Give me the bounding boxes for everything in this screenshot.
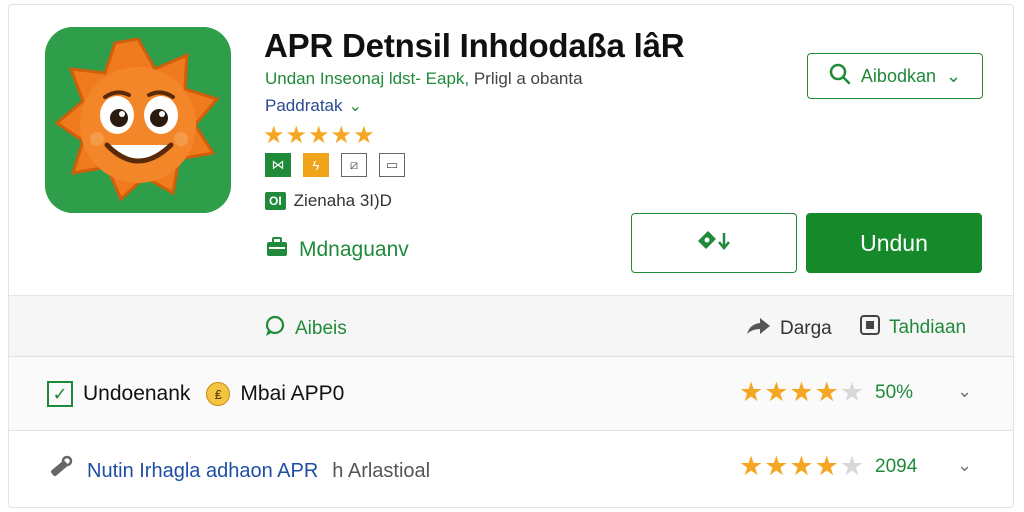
row-percent: 2094 (875, 455, 918, 477)
image-badge-icon: ⧄ (341, 153, 367, 177)
row-rating: ★★★★★ 2094 (739, 451, 917, 482)
content-rating: OI Zienaha 3I)D (265, 191, 392, 211)
subtitle-secondary: Prligl a obanta (469, 69, 583, 88)
age-text: Zienaha 3I)D (293, 191, 392, 210)
check-icon[interactable]: ✓ (47, 381, 73, 407)
folder-badge-icon: ▭ (379, 153, 405, 177)
row-link[interactable]: Nutin Irhagla adhaon APR (87, 460, 318, 483)
rating-stars: ★★★★★ (263, 122, 376, 149)
reviews-link[interactable]: Aibeis (263, 314, 347, 344)
wishlist-button[interactable] (631, 213, 797, 273)
row-rating: ★★★★★ 50% (739, 377, 913, 408)
share-link[interactable]: Darga (744, 314, 832, 344)
bolt-badge-icon: ϟ (303, 153, 329, 177)
developer-name: Paddratak (265, 96, 343, 115)
row-percent: 50% (875, 381, 914, 403)
tag-icon (694, 227, 734, 260)
row-note: h Arlastioal (332, 459, 431, 482)
row-tag: Mbai APP0 (240, 382, 345, 405)
chevron-down-icon[interactable]: ⌄ (957, 455, 972, 476)
chevron-down-icon: ⌄ (348, 98, 362, 115)
row-stars: ★★★★★ (739, 451, 865, 482)
app-listing-card: APR Detnsil Inhdodaßa lâR Undan Inseonaj… (8, 4, 1014, 508)
category-link[interactable]: Mdnaguanv (265, 235, 409, 265)
row-left: Nutin Irhagla adhaon APR h Arlastioal (47, 455, 430, 487)
row-stars: ★★★★★ (739, 377, 865, 408)
share-label: Darga (780, 318, 832, 339)
action-bar: Aibeis Darga Tahdiaan (9, 295, 1013, 357)
chevron-down-icon[interactable]: ⌄ (957, 381, 972, 402)
app-header: APR Detnsil Inhdodaßa lâR Undan Inseonaj… (9, 5, 1013, 297)
age-badge: OI (265, 192, 286, 210)
search-icon (829, 63, 851, 90)
library-icon (859, 314, 881, 342)
developer-link[interactable]: Paddratak ⌄ (265, 96, 362, 116)
stars-empty: ★ (839, 377, 866, 407)
add-to-library-link[interactable]: Tahdiaan (859, 314, 966, 342)
app-subtitle: Undan Inseonaj ldst- Eapk, Prligl a oban… (265, 69, 583, 89)
install-button[interactable]: Undun (806, 213, 982, 273)
row-left: ✓ Undoenank ₤ Mbai APP0 (47, 381, 344, 407)
stars-filled: ★★★★ (739, 451, 840, 481)
add-label: Tahdiaan (889, 317, 967, 338)
chevron-down-icon: ⌄ (945, 65, 962, 86)
feature-badges: ⋈ ϟ ⧄ ▭ (265, 153, 405, 177)
coin-icon: ₤ (206, 382, 231, 406)
sun-mascot-icon[interactable] (45, 27, 231, 213)
app-title: APR Detnsil Inhdodaßa lâR (264, 27, 685, 64)
stars-filled: ★★★★ (739, 377, 840, 407)
reviews-label: Aibeis (295, 318, 347, 339)
list-item[interactable]: Nutin Irhagla adhaon APR h Arlastioal ★★… (9, 431, 1013, 505)
subtitle-primary: Undan Inseonaj ldst- Eapk, (265, 69, 470, 88)
search-button[interactable]: Aibodkan ⌄ (807, 53, 983, 99)
briefcase-icon (265, 235, 289, 265)
list-item[interactable]: ✓ Undoenank ₤ Mbai APP0 ★★★★★ 50% ⌄ (9, 357, 1013, 431)
wrench-icon (47, 455, 73, 487)
chat-bubble-icon (263, 314, 287, 344)
share-arrow-icon (744, 314, 772, 344)
row-label: Undoenank (83, 382, 191, 405)
category-label: Mdnaguanv (299, 238, 409, 261)
editors-choice-icon: ⋈ (265, 153, 291, 177)
stars-empty: ★ (839, 451, 866, 481)
search-label: Aibodkan (860, 65, 936, 86)
